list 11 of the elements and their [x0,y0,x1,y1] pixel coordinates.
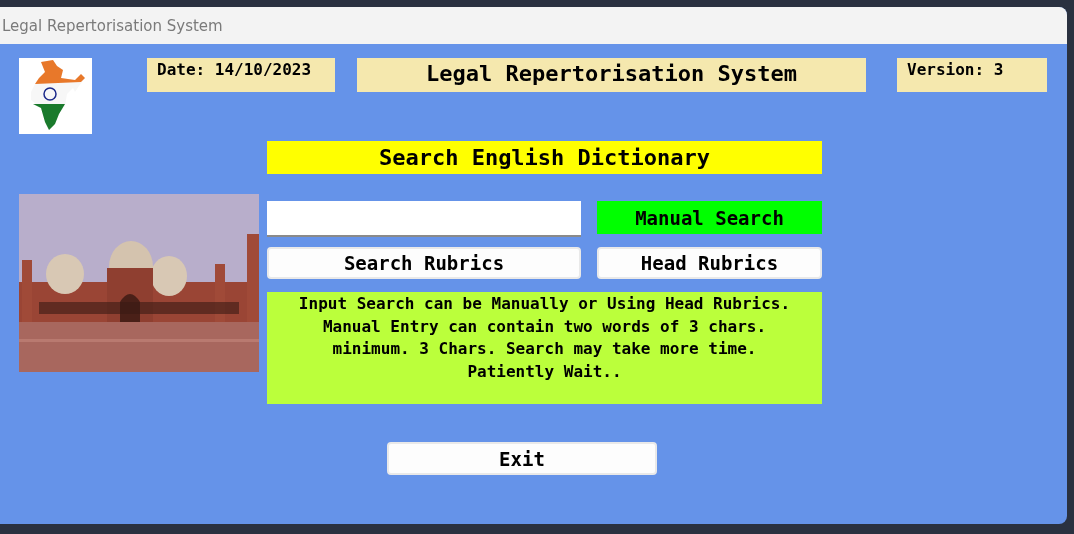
app-title: Legal Repertorisation System [357,58,866,92]
info-text: Input Search can be Manually or Using Head Rubrics. Manual Entry can contain two words of 3 chars. minimum. 3 Chars. Search may take more time. Patiently Wait.. [267,292,822,404]
manual-search-label: Manual Search [597,201,822,234]
section-heading: Search English Dictionary [267,141,822,174]
search-rubrics-button[interactable]: Search Rubrics [267,247,581,279]
window-title: Legal Repertorisation System [2,16,223,35]
head-rubrics-button[interactable]: Head Rubrics [597,247,822,279]
date-label: Date: 14/10/2023 [147,58,335,92]
search-field[interactable] [267,201,581,237]
exit-button[interactable]: Exit [387,442,657,475]
version-label: Version: 3 [897,58,1047,92]
